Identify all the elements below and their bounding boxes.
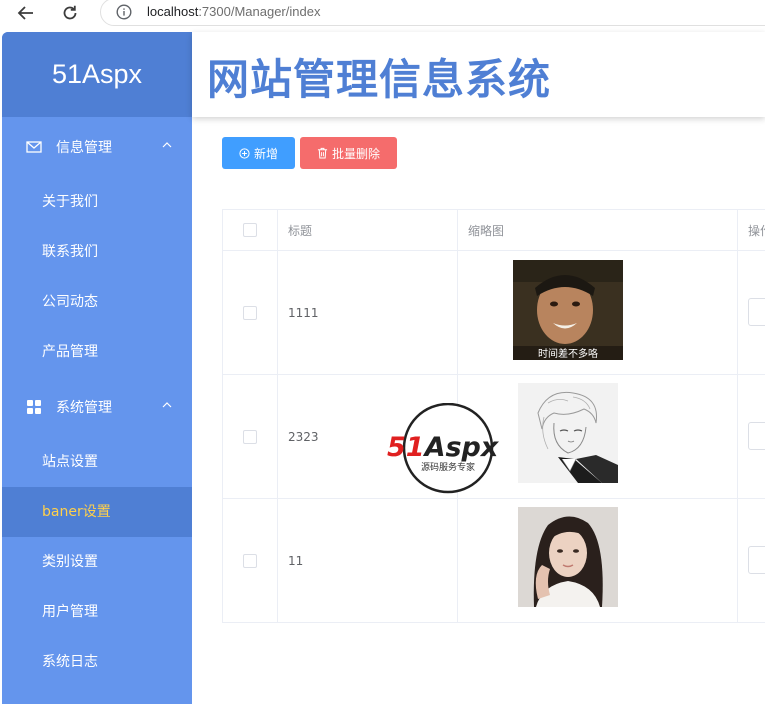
sidebar-group-info-management[interactable]: 信息管理 <box>2 117 192 177</box>
url-text: localhost:7300/Manager/index <box>147 4 320 19</box>
batch-delete-button-label: 批量删除 <box>331 146 380 161</box>
logo[interactable]: 51Aspx <box>2 32 192 117</box>
envelope-icon <box>26 141 42 153</box>
table-row: 11 <box>223 499 765 623</box>
thumbnail-image: 时间差不多咯 <box>513 260 623 360</box>
row-actions-cell <box>738 251 765 374</box>
row-select-cell <box>223 251 278 374</box>
row-checkbox[interactable] <box>243 429 257 444</box>
row-action-button[interactable] <box>748 546 765 574</box>
sidebar-item-company-news[interactable]: 公司动态 <box>2 277 192 327</box>
chevron-up-icon <box>162 402 172 408</box>
column-header-actions: 操作 <box>748 223 765 238</box>
row-title: 1111 <box>278 251 458 374</box>
sidebar-item-system-log[interactable]: 系统日志 <box>2 637 192 687</box>
address-bar[interactable]: localhost:7300/Manager/index <box>100 0 765 26</box>
thumbnail-image <box>518 507 618 607</box>
sidebar-group-label: 系统管理 <box>56 400 112 416</box>
column-header-thumbnail[interactable]: 缩略图 <box>458 210 738 250</box>
page-header: 网站管理信息系统 <box>192 32 765 117</box>
thumbnail-image <box>518 383 618 483</box>
add-button[interactable]: 新增 <box>222 137 295 169</box>
sidebar-item-banner-settings[interactable]: baner设置 <box>2 487 192 537</box>
sidebar-item-site-settings[interactable]: 站点设置 <box>2 437 192 487</box>
back-icon[interactable] <box>14 2 38 24</box>
row-thumbnail-cell: 时间差不多咯 <box>458 251 738 374</box>
sidebar-item-category-settings[interactable]: 类别设置 <box>2 537 192 587</box>
sidebar-item-product-management[interactable]: 产品管理 <box>2 327 192 377</box>
info-icon[interactable] <box>116 4 132 20</box>
column-header-title[interactable]: 标题 <box>278 210 458 250</box>
row-checkbox[interactable] <box>243 553 257 568</box>
watermark-tagline: 源码服务专家 <box>421 461 475 473</box>
grid-icon <box>27 400 41 414</box>
sidebar-group-label: 信息管理 <box>56 140 112 156</box>
row-title: 11 <box>278 499 458 622</box>
page-title: 网站管理信息系统 <box>207 55 552 104</box>
table-header-row: 标题 缩略图 操作 <box>223 210 765 251</box>
row-thumbnail-cell <box>458 499 738 622</box>
sidebar: 51Aspx 信息管理 关于我们 联系我们 公司动态 产品管理 系统管理 站点设… <box>2 32 192 704</box>
plus-circle-icon <box>239 147 250 159</box>
watermark-logo: 51Aspx 源码服务专家 <box>386 402 514 495</box>
table-row: 1111 时间差不多咯 <box>223 251 765 375</box>
watermark-brand-aspx: Aspx <box>423 432 500 463</box>
row-select-cell <box>223 375 278 498</box>
row-checkbox[interactable] <box>243 305 257 320</box>
row-select-cell <box>223 499 278 622</box>
add-button-label: 新增 <box>253 146 278 161</box>
watermark-brand: 51Aspx <box>387 432 500 463</box>
batch-delete-button[interactable]: 批量删除 <box>300 137 397 169</box>
select-all-checkbox[interactable] <box>243 223 257 237</box>
chevron-up-icon <box>162 142 172 148</box>
url-host: localhost <box>147 4 199 19</box>
sidebar-item-contact-us[interactable]: 联系我们 <box>2 227 192 277</box>
sidebar-item-user-management[interactable]: 用户管理 <box>2 587 192 637</box>
row-actions-cell <box>738 375 765 498</box>
row-action-button[interactable] <box>748 422 765 450</box>
trash-icon <box>317 147 328 159</box>
watermark-brand-digits: 51 <box>387 432 425 463</box>
row-actions-cell <box>738 499 765 622</box>
url-path: :7300/Manager/index <box>198 4 321 19</box>
browser-toolbar: localhost:7300/Manager/index <box>0 0 765 28</box>
sidebar-item-about-us[interactable]: 关于我们 <box>2 177 192 227</box>
sidebar-group-system-management[interactable]: 系统管理 <box>2 377 192 437</box>
thumbnail-caption: 时间差不多咯 <box>538 347 598 360</box>
select-all-cell <box>223 210 278 250</box>
row-action-button[interactable] <box>748 298 765 326</box>
reload-icon[interactable] <box>58 2 82 24</box>
